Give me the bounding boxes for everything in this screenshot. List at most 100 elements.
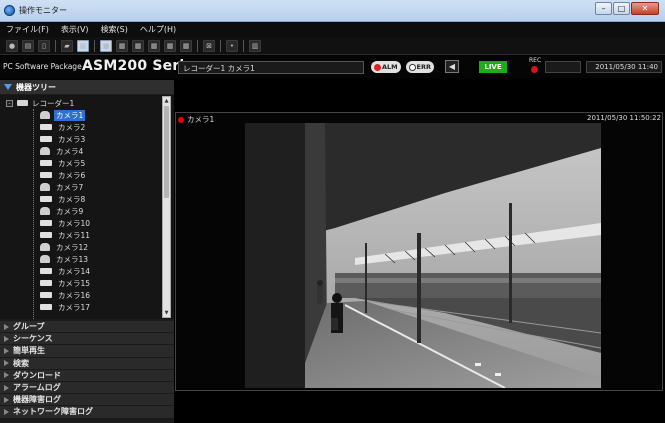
tree-root-recorder[interactable]: - レコーダー1: [6, 97, 74, 109]
sidebar-section-label: 簡単再生: [13, 346, 45, 356]
layout-1-icon[interactable]: ■: [100, 39, 112, 52]
scroll-up-icon[interactable]: ▲: [163, 97, 170, 105]
tree-connector: [33, 109, 34, 319]
app-icon: [4, 5, 15, 16]
menu-bar: ファイル(F) 表示(V) 検索(S) ヘルプ(H): [0, 22, 665, 37]
camera-label: カメラ13: [56, 254, 89, 264]
camera-list-item[interactable]: カメラ9: [40, 205, 92, 217]
tree-scrollbar[interactable]: ▲ ▼: [162, 96, 171, 318]
volume-icon[interactable]: ◀: [445, 60, 459, 73]
print-icon[interactable]: ▤: [22, 39, 34, 52]
device-tree: - レコーダー1 カメラ1 カメラ2 カメラ3 カメラ4 カメラ5 カメラ6 カメラ7 カメラ…: [0, 95, 174, 319]
camera-icon[interactable]: ●: [6, 39, 18, 52]
box-camera-icon: [40, 124, 52, 130]
camera-label: カメラ17: [58, 302, 91, 312]
sidebar-section-item[interactable]: 検索: [0, 357, 174, 370]
live-button[interactable]: LIVE: [479, 61, 507, 73]
collapse-icon[interactable]: -: [6, 99, 13, 107]
box-camera-icon: [40, 220, 52, 226]
camera-list-item[interactable]: カメラ12: [40, 241, 92, 253]
camera-label: カメラ8: [58, 194, 86, 204]
menu-help[interactable]: ヘルプ(H): [140, 24, 176, 35]
sidebar-section-item[interactable]: ダウンロード: [0, 369, 174, 382]
viewer-timestamp: 2011/05/30 11:50:22: [586, 114, 661, 122]
folder-icon[interactable]: ▰: [61, 39, 73, 52]
recording-dot-icon: [178, 116, 184, 123]
layout-4a-icon[interactable]: ▦: [116, 39, 128, 52]
camera-list-item[interactable]: カメラ11: [40, 229, 92, 241]
camera-list-item[interactable]: カメラ10: [40, 217, 92, 229]
camera-list-item[interactable]: カメラ4: [40, 145, 92, 157]
expand-arrow-icon: [4, 372, 9, 379]
recorder-label: レコーダー1: [32, 98, 75, 108]
layout-9-icon[interactable]: ▦: [164, 39, 176, 52]
camera-list-item[interactable]: カメラ14: [40, 265, 92, 277]
camera-label: カメラ12: [56, 242, 89, 252]
current-camera-field: レコーダー1 カメラ1: [178, 61, 364, 74]
grid-icon[interactable]: ▦: [77, 39, 89, 52]
sidebar-section-item[interactable]: グループ: [0, 321, 174, 334]
camera-list-item[interactable]: カメラ7: [40, 181, 92, 193]
camera-list-item[interactable]: カメラ5: [40, 157, 92, 169]
camera-list-item[interactable]: カメラ6: [40, 169, 92, 181]
camera-label: カメラ14: [58, 266, 91, 276]
sidebar-section-item[interactable]: 機器障害ログ: [0, 394, 174, 407]
main-area: カメラ1 2011/05/30 11:50:22: [175, 80, 665, 423]
layout-4c-icon[interactable]: ▦: [148, 39, 160, 52]
expand-arrow-icon: [4, 396, 9, 403]
maximize-button[interactable]: □: [613, 2, 630, 15]
camera-list-item[interactable]: カメラ2: [40, 121, 92, 133]
toolbar: ● ▤ ▯ ▰ ▦ ■ ▦ ▦ ▦ ▦ ▦ ⊠ • ▥: [0, 37, 665, 55]
title-bar: 操作モニター – □ ✕: [0, 0, 665, 22]
menu-file[interactable]: ファイル(F): [6, 24, 49, 35]
menu-search[interactable]: 検索(S): [101, 24, 128, 35]
expand-arrow-icon: [4, 323, 9, 330]
viewer-camera-name: カメラ1: [187, 115, 215, 124]
camera-list-item[interactable]: カメラ15: [40, 277, 92, 289]
pin-icon[interactable]: •: [226, 39, 238, 52]
expand-arrow-icon: [4, 335, 9, 342]
menu-view[interactable]: 表示(V): [61, 24, 89, 35]
dome-camera-icon: [40, 111, 50, 119]
sidebar-section-item[interactable]: 簡単再生: [0, 345, 174, 358]
close-button[interactable]: ✕: [631, 2, 659, 15]
box-camera-icon: [40, 196, 52, 202]
viewer-camera-label: カメラ1: [178, 114, 214, 125]
expand-arrow-icon: [4, 347, 9, 354]
device-tree-header[interactable]: 機器ツリー: [0, 80, 174, 94]
multi-icon[interactable]: ▥: [249, 39, 261, 52]
sidebar-section-label: アラームログ: [13, 383, 61, 393]
box-camera-icon: [40, 292, 52, 298]
camera-list-item[interactable]: カメラ8: [40, 193, 92, 205]
scroll-thumb[interactable]: [164, 106, 169, 198]
layout-4b-icon[interactable]: ▦: [132, 39, 144, 52]
camera-label: カメラ15: [58, 278, 91, 288]
sequence-icon[interactable]: ⊠: [203, 39, 215, 52]
error-icon: [409, 63, 416, 71]
camera-viewer[interactable]: カメラ1 2011/05/30 11:50:22: [175, 112, 663, 391]
sidebar-section-item[interactable]: ネットワーク障害ログ: [0, 406, 174, 419]
layout-16-icon[interactable]: ▦: [180, 39, 192, 52]
toolbar-divider: [197, 39, 198, 52]
scroll-down-icon[interactable]: ▼: [163, 309, 170, 317]
sidebar-section-item[interactable]: アラームログ: [0, 381, 174, 395]
header-strip: PC Software Package ASM200 Series レコーダー1…: [0, 56, 665, 78]
rec-indicator-icon: [531, 66, 538, 73]
camera-list-item[interactable]: カメラ17: [40, 301, 92, 313]
clip-icon[interactable]: ▯: [38, 39, 50, 52]
camera-label: カメラ16: [58, 290, 91, 300]
camera-list-item[interactable]: カメラ3: [40, 133, 92, 145]
sidebar-section-label: 検索: [13, 358, 29, 368]
alarm-button[interactable]: ALM: [371, 61, 401, 73]
minimize-button[interactable]: –: [595, 2, 612, 15]
sidebar-section-item[interactable]: シーケンス: [0, 333, 174, 346]
camera-list-item[interactable]: カメラ13: [40, 253, 92, 265]
error-button[interactable]: ERR: [406, 61, 434, 73]
camera-list-item[interactable]: カメラ1: [40, 109, 92, 121]
device-tree-title: 機器ツリー: [16, 82, 56, 92]
rec-label: REC: [529, 57, 542, 64]
box-camera-icon: [40, 268, 52, 274]
toolbar-divider: [94, 39, 95, 52]
rec-status-field: [545, 61, 581, 73]
camera-list-item[interactable]: カメラ16: [40, 289, 92, 301]
